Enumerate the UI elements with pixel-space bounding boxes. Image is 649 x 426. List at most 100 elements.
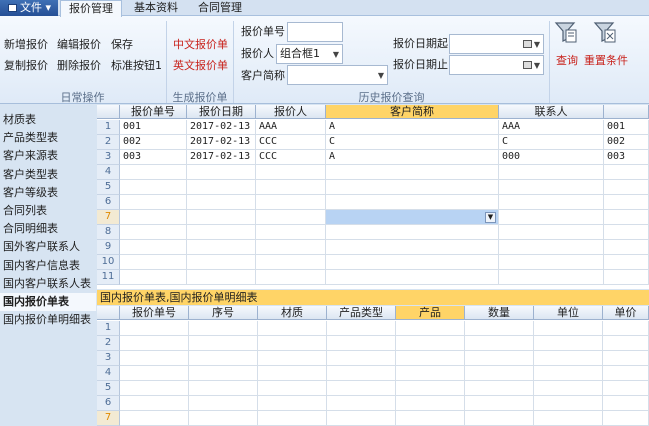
standard-button-1[interactable]: 标准按钮1: [111, 59, 162, 72]
table-cell[interactable]: [256, 195, 326, 210]
table-cell[interactable]: [120, 195, 187, 210]
sidebar-item[interactable]: 材质表: [0, 111, 96, 129]
table-cell[interactable]: C: [326, 135, 499, 150]
table-cell[interactable]: [465, 381, 534, 396]
delete-quote-button[interactable]: 删除报价: [57, 59, 101, 72]
table-cell[interactable]: [326, 270, 499, 285]
table-cell[interactable]: 2017-02-13: [187, 135, 256, 150]
table-cell[interactable]: [327, 351, 396, 366]
table-cell[interactable]: [534, 396, 603, 411]
table-cell[interactable]: [258, 396, 327, 411]
table-cell[interactable]: [120, 225, 187, 240]
table-cell[interactable]: [604, 210, 649, 225]
table-cell[interactable]: 2017-02-13: [187, 150, 256, 165]
english-quote-button[interactable]: 英文报价单: [173, 59, 228, 72]
table-cell[interactable]: [465, 321, 534, 336]
sidebar-item[interactable]: 合同明细表: [0, 220, 96, 238]
table-cell[interactable]: [327, 411, 396, 426]
sidebar-item[interactable]: 产品类型表: [0, 129, 96, 147]
row-number[interactable]: 6: [97, 195, 120, 210]
column-header[interactable]: 客户简称: [326, 105, 499, 119]
table-cell[interactable]: [258, 366, 327, 381]
table-cell[interactable]: [327, 381, 396, 396]
row-number[interactable]: 3: [97, 150, 120, 165]
table-cell[interactable]: [499, 255, 604, 270]
table-cell[interactable]: [465, 351, 534, 366]
table-cell[interactable]: [604, 165, 649, 180]
table-cell[interactable]: [604, 270, 649, 285]
table-cell[interactable]: [327, 396, 396, 411]
table-cell[interactable]: [256, 165, 326, 180]
table-cell[interactable]: [603, 351, 649, 366]
table-cell[interactable]: [187, 180, 256, 195]
table-cell[interactable]: [499, 240, 604, 255]
table-cell[interactable]: [326, 255, 499, 270]
table-cell[interactable]: [120, 381, 189, 396]
table-cell[interactable]: [396, 396, 465, 411]
table-cell[interactable]: [258, 336, 327, 351]
tab-contract-management[interactable]: 合同管理: [190, 0, 250, 17]
table-cell[interactable]: [256, 270, 326, 285]
table-cell[interactable]: [603, 321, 649, 336]
table-cell[interactable]: [120, 165, 187, 180]
reset-conditions-button[interactable]: 重置条件: [583, 20, 628, 72]
table-cell[interactable]: [258, 381, 327, 396]
row-number[interactable]: 4: [97, 165, 120, 180]
sidebar-item[interactable]: 国内报价单表: [0, 293, 96, 311]
table-cell[interactable]: 003: [120, 150, 187, 165]
table-cell[interactable]: [120, 336, 189, 351]
table-cell[interactable]: [534, 321, 603, 336]
column-header[interactable]: 产品类型: [327, 306, 396, 320]
tab-quote-management[interactable]: 报价管理: [60, 0, 122, 17]
table-cell[interactable]: [187, 270, 256, 285]
table-cell[interactable]: 000: [499, 150, 604, 165]
table-cell[interactable]: [604, 255, 649, 270]
table-cell[interactable]: [326, 195, 499, 210]
table-cell[interactable]: [258, 351, 327, 366]
sidebar-item[interactable]: 国内客户联系人表: [0, 275, 96, 293]
table-cell[interactable]: [499, 165, 604, 180]
table-cell[interactable]: [396, 336, 465, 351]
column-header[interactable]: 报价单号: [120, 105, 187, 119]
table-cell[interactable]: [396, 351, 465, 366]
table-cell[interactable]: [187, 195, 256, 210]
table-cell[interactable]: [604, 240, 649, 255]
quote-date-end-picker[interactable]: ▼: [449, 55, 544, 75]
column-header[interactable]: 联系人: [499, 105, 604, 119]
table-cell[interactable]: C: [499, 135, 604, 150]
copy-quote-button[interactable]: 复制报价: [4, 59, 48, 72]
table-cell[interactable]: [189, 396, 258, 411]
file-menu-button[interactable]: 文件 ▾: [0, 0, 58, 16]
column-header[interactable]: 报价日期: [187, 105, 256, 119]
table-cell[interactable]: CCC: [256, 150, 326, 165]
table-cell[interactable]: A: [326, 150, 499, 165]
row-number[interactable]: 8: [97, 225, 120, 240]
table-cell[interactable]: [187, 240, 256, 255]
row-number[interactable]: 4: [97, 366, 120, 381]
sidebar-item[interactable]: 客户类型表: [0, 166, 96, 184]
row-number[interactable]: 7: [97, 210, 120, 225]
table-cell[interactable]: [120, 270, 187, 285]
table-cell[interactable]: [327, 336, 396, 351]
table-cell[interactable]: [499, 180, 604, 195]
table-cell[interactable]: 002: [120, 135, 187, 150]
row-number[interactable]: 2: [97, 135, 120, 150]
table-cell[interactable]: CCC: [256, 135, 326, 150]
column-header[interactable]: 报价单号: [120, 306, 189, 320]
table-cell[interactable]: [465, 366, 534, 381]
sidebar-item[interactable]: 国内客户信息表: [0, 257, 96, 275]
table-cell[interactable]: [189, 351, 258, 366]
table-cell[interactable]: [256, 225, 326, 240]
table-cell[interactable]: [120, 180, 187, 195]
column-header[interactable]: 单价: [603, 306, 649, 320]
table-cell[interactable]: [534, 381, 603, 396]
table-cell[interactable]: [187, 165, 256, 180]
table-cell[interactable]: [187, 225, 256, 240]
save-button[interactable]: 保存: [111, 38, 133, 51]
table-cell[interactable]: AAA: [256, 120, 326, 135]
table-cell[interactable]: [189, 336, 258, 351]
table-cell[interactable]: [189, 366, 258, 381]
column-header[interactable]: 报价人: [256, 105, 326, 119]
customer-short-name-select[interactable]: ▼: [287, 65, 388, 85]
table-cell[interactable]: [396, 381, 465, 396]
